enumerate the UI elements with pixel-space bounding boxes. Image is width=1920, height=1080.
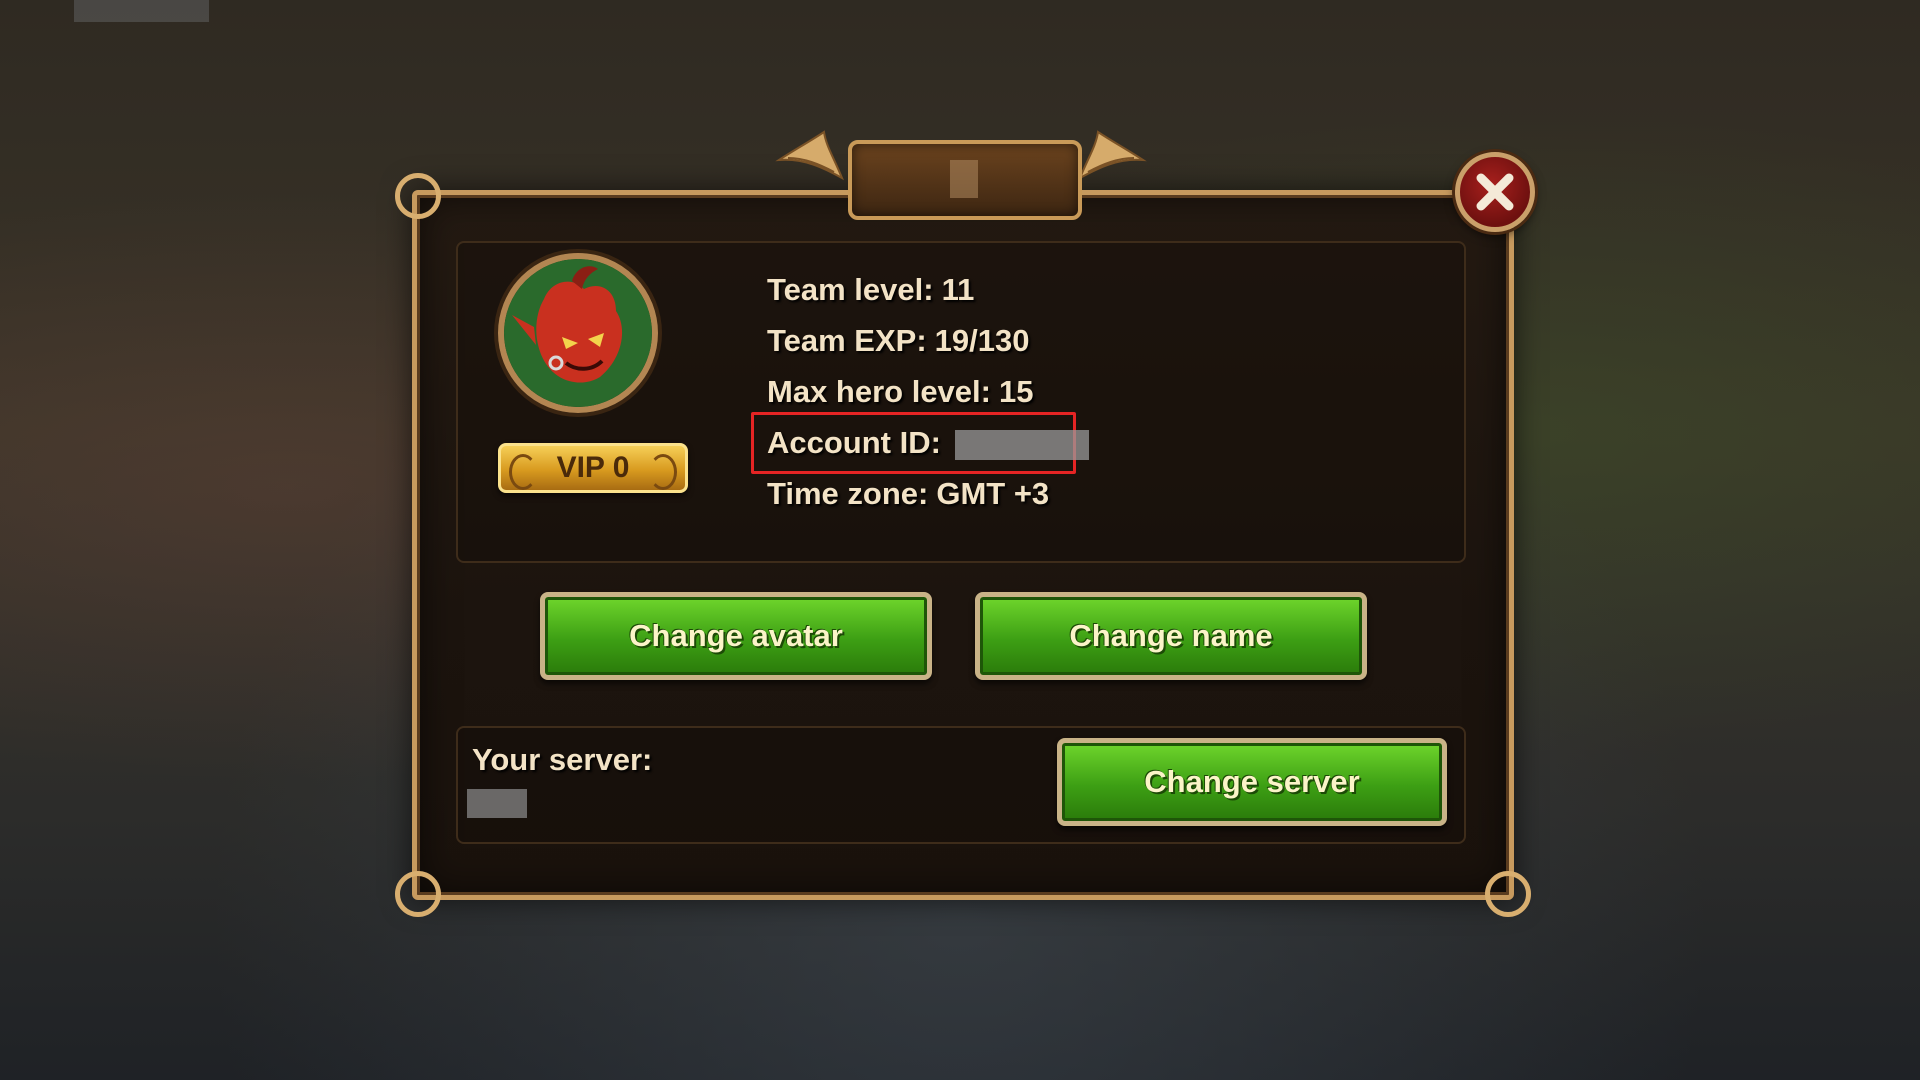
team-exp-row: Team EXP: 19/130 [767,323,1029,359]
avatar[interactable] [498,253,658,413]
vip-badge: VIP 0 [498,443,688,493]
account-id-label: Account ID: [767,425,941,460]
close-button[interactable] [1455,152,1535,232]
dialog-title-plate [848,140,1082,220]
vip-label: VIP 0 [556,451,630,484]
demon-hero-avatar-icon [504,259,652,407]
frame-corner-ornament [395,173,441,219]
left-wing-ornament-icon [775,130,844,181]
frame-corner-ornament [1485,871,1531,917]
team-exp-value: 19/130 [934,323,1030,358]
your-server-label: Your server: [472,742,653,777]
max-hero-level-row: Max hero level: 15 [767,374,1033,410]
team-level-label: Team level: [767,272,934,307]
time-zone-row: Time zone: GMT +3 [767,476,1049,512]
redacted-top-label [74,0,209,22]
change-server-button[interactable]: Change server [1057,738,1447,826]
right-wing-ornament-icon [1078,130,1147,181]
time-zone-label: Time zone: [767,476,929,511]
change-avatar-button[interactable]: Change avatar [540,592,932,680]
redacted-title [950,160,978,198]
account-id-redacted-value [954,429,1089,460]
time-zone-value: GMT +3 [936,476,1050,511]
team-level-row: Team level: 11 [767,272,974,308]
team-exp-label: Team EXP: [767,323,927,358]
account-id-row: Account ID: [767,425,1089,461]
frame-corner-ornament [395,871,441,917]
max-hero-level-label: Max hero level: [767,374,991,409]
change-name-button[interactable]: Change name [975,592,1367,680]
max-hero-level-value: 15 [998,374,1034,409]
team-level-value: 11 [941,272,975,307]
server-redacted-value [467,789,527,818]
close-x-icon [1476,173,1514,211]
